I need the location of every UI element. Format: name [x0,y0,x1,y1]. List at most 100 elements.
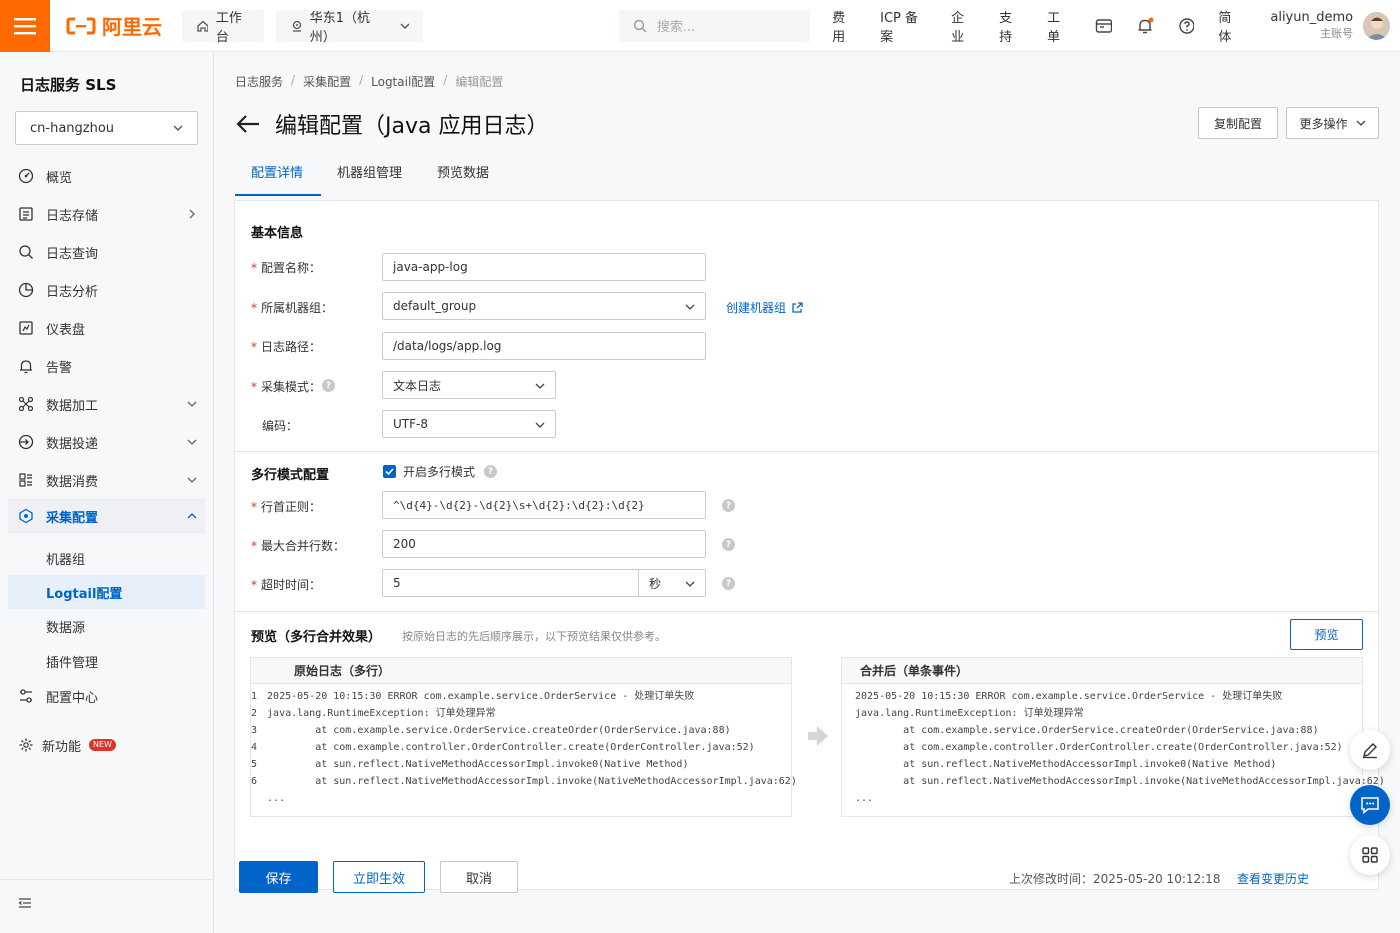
top-link-support[interactable]: 支持 [999,7,1023,45]
terminal-icon[interactable] [1095,18,1112,34]
max-lines-label-text: 最大合并行数： [261,539,346,553]
log-path-label: * 日志路径： [251,338,321,355]
search-icon [633,19,647,32]
top-link-ticket[interactable]: 工单 [1047,7,1071,45]
sidebar-subitem-data-source[interactable]: 数据源 [8,609,205,643]
sidebar-item-collect-config[interactable]: 采集配置 [8,499,205,533]
sidebar-item-processing[interactable]: 数据加工 [8,387,205,421]
more-actions-button[interactable]: 更多操作 [1286,107,1379,139]
sidebar-item-analysis[interactable]: 日志分析 [8,273,205,307]
search-input[interactable]: 搜索... [618,9,811,42]
collect-mode-value: 文本日志 [393,378,442,393]
timeout-input[interactable]: 5 [382,569,639,597]
save-button[interactable]: 保存 [239,861,318,893]
top-link-enterprise[interactable]: 企业 [951,7,975,45]
breadcrumb-separator: / [359,73,364,87]
sidebar-subitem-plugins[interactable]: 插件管理 [8,644,205,678]
chevron-down-icon [187,401,197,407]
sparkle-icon [19,738,33,752]
region-selector[interactable]: 华东1（杭州） [275,9,423,45]
raw-log-line: java.lang.RuntimeException: 订单处理异常 [267,708,496,719]
copy-config-button[interactable]: 复制配置 [1198,107,1278,139]
pencil-icon [1363,743,1377,759]
sidebar-item-label: 数据投递 [46,436,99,452]
chevron-down-icon [535,422,545,428]
sidebar-item-consume[interactable]: 数据消费 [8,463,205,497]
collect-mode-select[interactable]: 文本日志 [382,371,556,399]
breadcrumb-separator: / [443,73,448,87]
tab-preview-data[interactable]: 预览数据 [421,162,505,196]
merged-log-ellipsis: ... [855,793,874,804]
sidebar-subitem-logtail-config[interactable]: Logtail配置 [8,575,205,609]
sidebar-item-label: 告警 [46,360,73,376]
tab-machine-group[interactable]: 机器组管理 [321,162,421,196]
more-actions-label: 更多操作 [1299,116,1348,131]
breadcrumb-item-sls[interactable]: 日志服务 [235,73,283,90]
sidebar-item-dashboard[interactable]: 仪表盘 [8,311,205,345]
merged-log-line: at sun.reflect.NativeMethodAccessorImpl.… [855,759,1277,770]
collapse-sidebar-icon[interactable] [18,896,32,910]
merged-log-line: at com.example.controller.OrderControlle… [855,742,1343,753]
back-arrow-icon[interactable] [235,113,261,135]
chevron-down-icon [187,477,197,483]
avatar[interactable] [1363,11,1390,40]
machine-group-select[interactable]: default_group [382,292,706,320]
sidebar-item-alert[interactable]: 告警 [8,349,205,383]
apps-float-button[interactable] [1350,835,1390,875]
breadcrumb-item-logtail[interactable]: Logtail配置 [371,73,435,90]
merged-log-line: at sun.reflect.NativeMethodAccessorImpl.… [855,776,1385,787]
config-center-icon [20,689,32,703]
grid-icon [1362,847,1378,863]
raw-log-line: 2025-05-20 10:15:30 ERROR com.example.se… [267,691,695,702]
apply-now-button[interactable]: 立即生效 [333,861,425,893]
language-switch[interactable]: 简体 [1218,7,1242,45]
sidebar-item-overview[interactable]: 概览 [8,159,205,193]
bell-icon [20,360,32,374]
workbench-button[interactable]: 工作台 [181,9,264,45]
help-icon[interactable]: ? [722,538,735,551]
top-link-billing[interactable]: 费用 [832,7,856,45]
preview-button[interactable]: 预览 [1290,619,1363,650]
cancel-button[interactable]: 取消 [440,861,518,893]
project-region-select[interactable]: cn-hangzhou [15,111,198,145]
breadcrumb-item-collect[interactable]: 采集配置 [303,73,351,90]
help-icon[interactable]: ? [484,465,498,478]
hamburger-menu-button[interactable] [0,0,50,52]
top-link-icp[interactable]: ICP 备案 [880,7,927,45]
sidebar-item-delivery[interactable]: 数据投递 [8,425,205,459]
top-links: 费用 ICP 备案 企业 支持 工单 简体 [832,7,1242,45]
analysis-icon [18,282,34,298]
dashboard-icon [19,321,33,335]
chat-float-button[interactable] [1350,785,1390,825]
sidebar-item-config-center[interactable]: 配置中心 [8,679,205,713]
sidebar-item-storage[interactable]: 日志存储 [8,197,205,231]
config-name-label: * 配置名称： [251,259,321,276]
line-regex-label-text: 行首正则： [261,500,322,514]
config-name-input[interactable]: java-app-log [382,253,706,281]
tab-config-detail[interactable]: 配置详情 [235,162,321,196]
timeout-unit-select[interactable]: 秒 [638,569,706,597]
sidebar-item-new-feature[interactable]: 新功能 NEW [8,728,205,762]
help-icon[interactable] [1178,17,1195,35]
raw-log-line: at com.example.controller.OrderControlle… [267,742,755,753]
help-icon[interactable]: ? [722,577,735,590]
avatar-icon [1363,11,1390,40]
user-info[interactable]: aliyun_demo 主账号 [1270,10,1353,42]
max-lines-input[interactable]: 200 [382,530,706,558]
raw-log-box: 原始日志（多行） 1 2 3 4 5 6 2025-05-20 10:15:30… [250,657,797,817]
create-machine-group-link[interactable]: 创建机器组 [726,299,803,316]
help-icon[interactable]: ? [322,379,335,392]
line-regex-input[interactable]: ^\d{4}-\d{2}-\d{2}\s+\d{2}:\d{2}:\d{2} [382,491,706,519]
log-path-input[interactable]: /data/logs/app.log [382,332,706,360]
sidebar-item-query[interactable]: 日志查询 [8,235,205,269]
encoding-select[interactable]: UTF-8 [382,410,556,438]
machine-group-label-text: 所属机器组： [261,301,334,315]
help-icon[interactable]: ? [722,499,735,512]
change-history-link[interactable]: 查看变更历史 [1237,870,1309,887]
edit-float-button[interactable] [1350,730,1390,770]
notification-button[interactable] [1136,17,1154,35]
region-label: 华东1（杭州） [309,10,370,45]
enable-multiline-checkbox[interactable]: 开启多行模式 ? [383,463,498,480]
sidebar-subitem-machine-group[interactable]: 机器组 [8,541,205,575]
aliyun-logo[interactable]: 阿里云 [66,11,168,40]
